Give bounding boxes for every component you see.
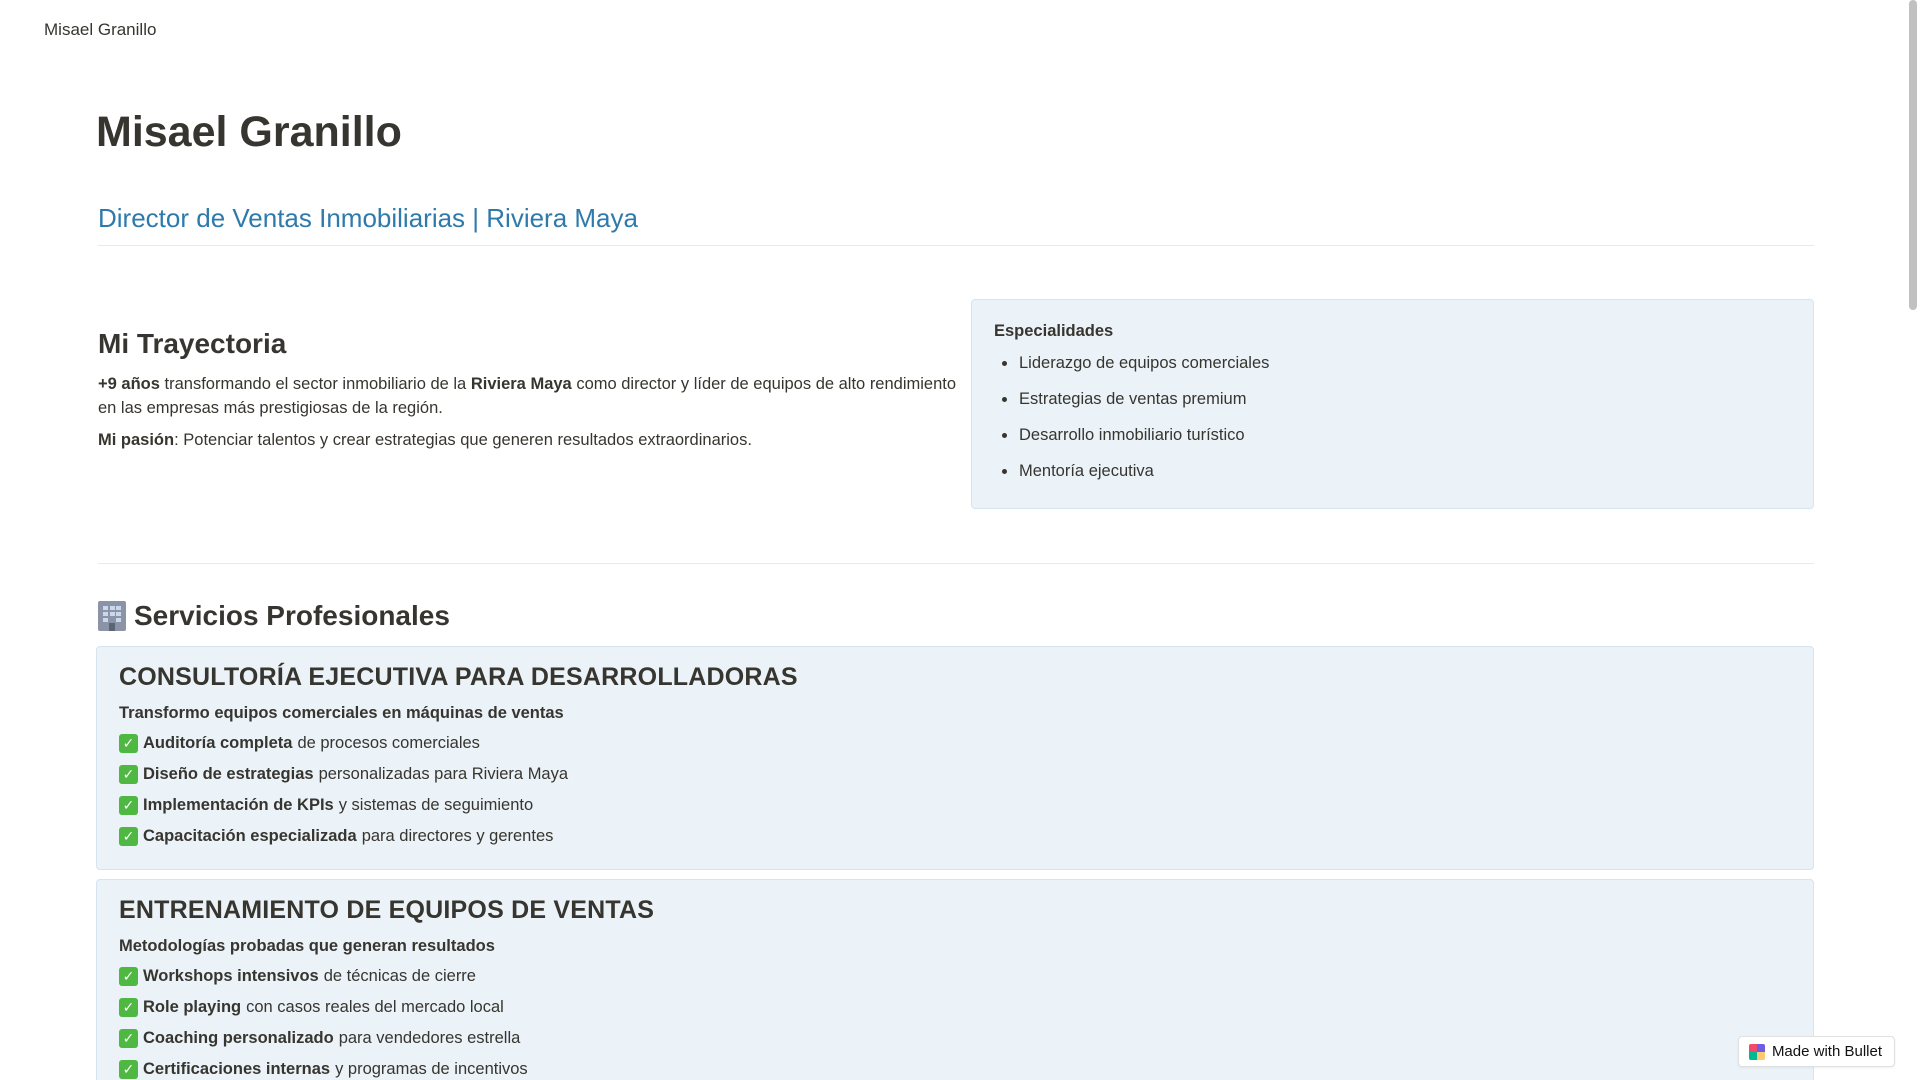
service-item-bold: Role playing: [143, 998, 242, 1016]
check-icon: ✓: [119, 1059, 138, 1079]
made-with-bullet-badge[interactable]: Made with Bullet: [1737, 1036, 1895, 1067]
service-lead: Transformo equipos comerciales en máquin…: [119, 704, 564, 722]
scrollbar-thumb[interactable]: [1909, 0, 1917, 310]
divider: [98, 563, 1814, 564]
service-title: ENTRENAMIENTO DE EQUIPOS DE VENTAS: [119, 896, 655, 924]
service-card-entrenamiento: ENTRENAMIENTO DE EQUIPOS DE VENTAS Metod…: [96, 879, 1814, 1080]
service-item-bold: Coaching personalizado: [143, 1029, 334, 1047]
years-highlight: +9 años: [98, 375, 160, 393]
service-item: ✓ Coaching personalizado para vendedores…: [119, 1027, 1791, 1049]
scrollbar[interactable]: [1906, 0, 1920, 1080]
check-icon: ✓: [119, 1028, 138, 1048]
service-item-bold: Implementación de KPIs: [143, 796, 334, 814]
check-icon: ✓: [119, 826, 138, 846]
text-span: transformando el sector inmobiliario de …: [159, 375, 471, 393]
service-item-text: y sistemas de seguimiento: [338, 796, 534, 814]
service-item-text: para vendedores estrella: [338, 1029, 521, 1047]
especialidades-list: Liderazgo de equipos comerciales Estrate…: [994, 351, 1791, 483]
service-item-text: con casos reales del mercado local: [246, 998, 504, 1016]
bullet-logo-icon: [1748, 1043, 1765, 1060]
check-icon: ✓: [119, 795, 138, 815]
trayectoria-paragraph: +9 años transformando el sector inmobili…: [98, 372, 958, 420]
service-item: ✓ Diseño de estrategias personalizadas p…: [119, 763, 1791, 785]
service-item: ✓ Role playing con casos reales del merc…: [119, 996, 1791, 1018]
check-icon: ✓: [119, 997, 138, 1017]
service-item-bold: Capacitación especializada: [143, 827, 357, 845]
list-item: Desarrollo inmobiliario turístico: [994, 423, 1791, 447]
text-span: : Potenciar talentos y crear estrategias…: [174, 431, 752, 449]
service-item: ✓ Capacitación especializada para direct…: [119, 825, 1791, 847]
divider: [98, 245, 1814, 246]
check-icon: ✓: [119, 764, 138, 784]
service-card-consultoria: CONSULTORÍA EJECUTIVA PARA DESARROLLADOR…: [96, 646, 1814, 870]
service-lead: Metodologías probadas que generan result…: [119, 937, 495, 955]
service-item-bold: Auditoría completa: [143, 734, 293, 752]
especialidades-title: Especialidades: [994, 322, 1114, 340]
service-item-text: de procesos comerciales: [297, 734, 480, 752]
trayectoria-section: Mi Trayectoria +9 años transformando el …: [98, 328, 958, 460]
service-title: CONSULTORÍA EJECUTIVA PARA DESARROLLADOR…: [119, 663, 798, 691]
service-item-bold: Diseño de estrategias: [143, 765, 314, 783]
service-item-text: y programas de incentivos: [335, 1060, 528, 1078]
check-icon: ✓: [119, 733, 138, 753]
service-item: ✓ Implementación de KPIs y sistemas de s…: [119, 794, 1791, 816]
service-item: ✓ Certificaciones internas y programas d…: [119, 1058, 1791, 1080]
especialidades-callout: Especialidades Liderazgo de equipos come…: [971, 299, 1814, 509]
list-item: Estrategias de ventas premium: [994, 387, 1791, 411]
page-title: Misael Granillo: [96, 108, 402, 156]
service-item-bold: Certificaciones internas: [143, 1060, 331, 1078]
service-item-text: de técnicas de cierre: [323, 967, 476, 985]
building-icon: [98, 601, 126, 631]
service-item-bold: Workshops intensivos: [143, 967, 319, 985]
trayectoria-heading: Mi Trayectoria: [98, 328, 287, 359]
service-item-text: para directores y gerentes: [361, 827, 554, 845]
service-item: ✓ Workshops intensivos de técnicas de ci…: [119, 965, 1791, 987]
check-icon: ✓: [119, 966, 138, 986]
servicios-heading: Servicios Profesionales: [98, 600, 450, 632]
servicios-heading-text: Servicios Profesionales: [134, 600, 450, 631]
list-item: Mentoría ejecutiva: [994, 459, 1791, 483]
service-item-text: personalizadas para Riviera Maya: [318, 765, 569, 783]
site-name-link[interactable]: Misael Granillo: [44, 20, 156, 40]
page-subtitle: Director de Ventas Inmobiliarias | Rivie…: [98, 203, 638, 233]
made-with-label: Made with Bullet: [1771, 1043, 1882, 1060]
service-item: ✓ Auditoría completa de procesos comerci…: [119, 732, 1791, 754]
list-item: Liderazgo de equipos comerciales: [994, 351, 1791, 375]
region-highlight: Riviera Maya: [470, 375, 572, 393]
pasion-paragraph: Mi pasión: Potenciar talentos y crear es…: [98, 428, 958, 452]
pasion-label: Mi pasión: [98, 431, 175, 449]
